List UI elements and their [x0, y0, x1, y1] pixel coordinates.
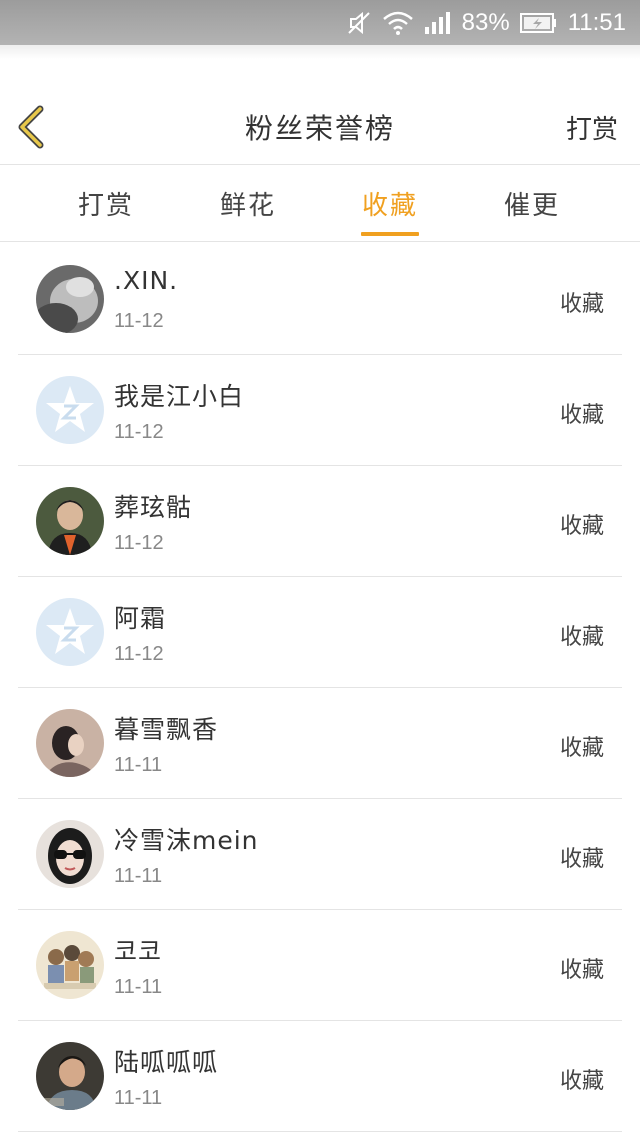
list-item[interactable]: .XIN. 11-12 收藏 [18, 244, 622, 355]
fan-date: 11-12 [114, 532, 164, 554]
fan-name: 코코 [114, 937, 163, 966]
list-item[interactable]: 陆呱呱呱 11-11 收藏 [18, 1021, 622, 1132]
sunglasses-photo-avatar-icon [36, 820, 104, 888]
fan-name: 葬玹骷 [114, 493, 193, 522]
person-photo-avatar-icon [36, 487, 104, 555]
gray-photo-avatar-icon [36, 265, 104, 333]
status-gap [0, 45, 640, 85]
fan-date: 11-12 [114, 310, 164, 332]
page-title: 粉丝荣誉榜 [244, 112, 395, 145]
tab-bar: 打赏 鲜花 收藏 催更 [0, 166, 640, 242]
fan-action: 收藏 [559, 1069, 604, 1094]
fan-action: 收藏 [559, 958, 604, 983]
avatar[interactable] [36, 931, 104, 999]
avatar[interactable] [36, 598, 104, 666]
tab-favorites[interactable]: 收藏 [340, 166, 440, 240]
tab-flowers[interactable]: 鲜花 [198, 166, 298, 240]
tab-label: 收藏 [361, 190, 418, 221]
fan-date: 11-12 [114, 643, 164, 665]
avatar[interactable] [36, 709, 104, 777]
fan-action: 收藏 [559, 847, 604, 872]
person-photo-avatar-icon [36, 1042, 104, 1110]
default-star-avatar-icon [36, 598, 104, 666]
fan-name: 暮雪飘香 [114, 715, 219, 744]
list-item[interactable]: 阿霜 11-12 收藏 [18, 577, 622, 688]
list-item[interactable]: 冷雪沫mein 11-11 收藏 [18, 799, 622, 910]
tab-label: 催更 [503, 190, 560, 221]
fan-date: 11-11 [114, 754, 163, 776]
fan-name: .XIN. [114, 266, 179, 295]
status-bar: 83% 11:51 [0, 0, 640, 45]
fan-action: 收藏 [559, 736, 604, 761]
fan-date: 11-11 [114, 1087, 163, 1109]
fan-name: 冷雪沫mein [114, 826, 259, 855]
avatar[interactable] [36, 1042, 104, 1110]
avatar[interactable] [36, 265, 104, 333]
list-item[interactable]: 코코 11-11 收藏 [18, 910, 622, 1021]
fan-date: 11-11 [114, 976, 163, 998]
nav-bar: 粉丝荣誉榜 打赏 [0, 85, 640, 165]
fan-name: 我是江小白 [114, 382, 245, 411]
tab-urge[interactable]: 催更 [482, 166, 582, 240]
avatar[interactable] [36, 487, 104, 555]
fan-date: 11-11 [114, 865, 163, 887]
tab-label: 打赏 [77, 190, 134, 221]
battery-percent: 83% [461, 8, 510, 36]
cartoon-avatar-icon [36, 931, 104, 999]
default-star-avatar-icon [36, 376, 104, 444]
fan-name: 阿霜 [114, 604, 167, 633]
active-tab-indicator [361, 232, 419, 236]
list-item[interactable]: 暮雪飘香 11-11 收藏 [18, 688, 622, 799]
battery-charging-icon [519, 12, 558, 34]
fan-list: .XIN. 11-12 收藏 我是江小白 11-12 收藏 葬玹骷 11-12 … [18, 244, 622, 1132]
tab-reward[interactable]: 打赏 [56, 166, 156, 240]
fan-action: 收藏 [559, 292, 604, 317]
avatar[interactable] [36, 376, 104, 444]
clock: 11:51 [567, 8, 626, 36]
avatar[interactable] [36, 820, 104, 888]
wifi-icon [382, 10, 414, 36]
tab-label: 鲜花 [219, 190, 276, 221]
mute-icon [346, 10, 372, 36]
fan-date: 11-12 [114, 421, 164, 443]
fan-name: 陆呱呱呱 [114, 1048, 219, 1077]
list-item[interactable]: 我是江小白 11-12 收藏 [18, 355, 622, 466]
fan-action: 收藏 [559, 625, 604, 650]
reward-button[interactable]: 打赏 [566, 109, 618, 146]
signal-icon [424, 11, 452, 35]
fan-action: 收藏 [559, 514, 604, 539]
list-item[interactable]: 葬玹骷 11-12 收藏 [18, 466, 622, 577]
person-photo-avatar-icon [36, 709, 104, 777]
fan-action: 收藏 [559, 403, 604, 428]
